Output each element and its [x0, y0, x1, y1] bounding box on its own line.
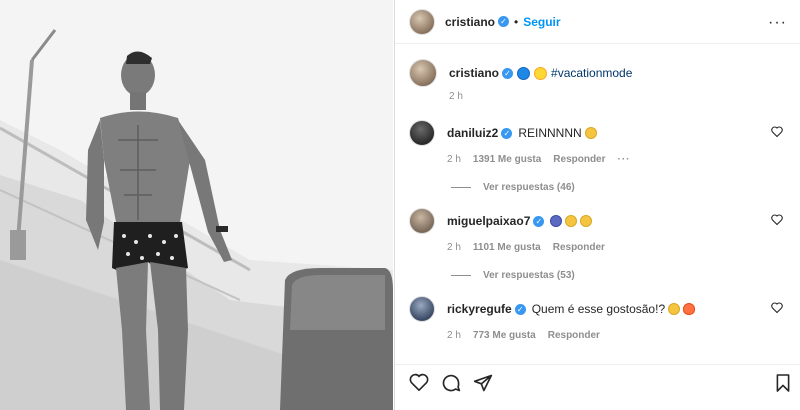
comment-text: Quem é esse gostosão!? — [531, 302, 666, 316]
comment-item: daniluiz2 ✓ REINNNNN 2 h 1391 Me gusta R… — [409, 120, 789, 193]
commenter-username[interactable]: miguelpaixao7 — [447, 214, 530, 228]
comment-time: 2 h — [447, 242, 461, 253]
wave-emoji-icon — [517, 66, 531, 80]
comment-time: 2 h — [447, 330, 461, 341]
comment-like-heart-icon[interactable] — [771, 126, 783, 137]
caption-author-avatar[interactable] — [409, 59, 437, 87]
comment-item: rickyregufe ✓ Quem é esse gostosão!? 2 h… — [409, 296, 789, 341]
post-caption: cristiano ✓ #vacationmode — [409, 59, 632, 87]
replies-divider — [451, 275, 471, 276]
verified-badge-icon: ✓ — [502, 67, 514, 79]
more-options-icon[interactable]: ··· — [768, 14, 787, 32]
post-header: cristiano ✓ • Seguir ··· — [395, 0, 800, 44]
post-photo[interactable] — [0, 0, 393, 410]
share-icon[interactable] — [473, 373, 493, 393]
grin-emoji-icon — [565, 215, 578, 227]
separator-dot: • — [514, 14, 519, 29]
verified-badge-icon: ✓ — [501, 127, 513, 139]
comment-icon[interactable] — [441, 373, 461, 393]
like-heart-icon[interactable] — [409, 373, 429, 391]
comment-text: REINNNNN — [518, 126, 582, 140]
commenter-avatar[interactable] — [409, 296, 435, 322]
comment-likes[interactable]: 1391 Me gusta — [473, 154, 541, 165]
bookmark-icon[interactable] — [775, 373, 791, 393]
author-avatar[interactable] — [409, 8, 435, 35]
post-sidebar: cristiano ✓ • Seguir ··· cristiano ✓ #va… — [394, 0, 800, 410]
comment-more-icon[interactable]: ··· — [618, 154, 631, 165]
comment-likes[interactable]: 1101 Me gusta — [473, 242, 541, 253]
reply-button[interactable]: Responder — [553, 242, 605, 253]
caption-time: 2 h — [449, 91, 463, 102]
commenter-avatar[interactable] — [409, 208, 435, 234]
caption-username[interactable]: cristiano — [449, 66, 499, 80]
view-replies-button[interactable]: Ver respuestas (46) — [451, 182, 789, 193]
commenter-avatar[interactable] — [409, 120, 435, 146]
fire-emoji-icon — [683, 303, 696, 315]
replies-divider — [451, 187, 471, 188]
post-action-bar — [395, 364, 800, 400]
reply-button[interactable]: Responder — [553, 154, 605, 165]
flag-emoji-icon — [550, 215, 563, 227]
view-replies-label: Ver respuestas (53) — [483, 270, 575, 281]
verified-badge-icon: ✓ — [533, 215, 545, 227]
drool-emoji-icon — [668, 303, 681, 315]
comment-time: 2 h — [447, 154, 461, 165]
comment-like-heart-icon[interactable] — [771, 214, 783, 225]
verified-badge-icon: ✓ — [514, 303, 526, 315]
post-image — [0, 0, 393, 410]
view-replies-button[interactable]: Ver respuestas (53) — [451, 270, 789, 281]
sun-emoji-icon — [534, 66, 548, 80]
commenter-username[interactable]: daniluiz2 — [447, 126, 498, 140]
caption-hashtag[interactable]: #vacationmode — [551, 66, 632, 80]
sunglasses-emoji-icon — [580, 215, 593, 227]
author-username[interactable]: cristiano — [445, 15, 495, 29]
verified-badge-icon: ✓ — [498, 16, 510, 27]
commenter-username[interactable]: rickyregufe — [447, 302, 512, 316]
comment-item: miguelpaixao7 ✓ 2 h 1101 Me gusta Respon… — [409, 208, 789, 281]
comment-like-heart-icon[interactable] — [771, 302, 783, 313]
follow-button[interactable]: Seguir — [523, 15, 560, 29]
comment-likes[interactable]: 773 Me gusta — [473, 330, 536, 341]
reply-button[interactable]: Responder — [548, 330, 600, 341]
view-replies-label: Ver respuestas (46) — [483, 182, 575, 193]
grin-emoji-icon — [584, 127, 597, 139]
